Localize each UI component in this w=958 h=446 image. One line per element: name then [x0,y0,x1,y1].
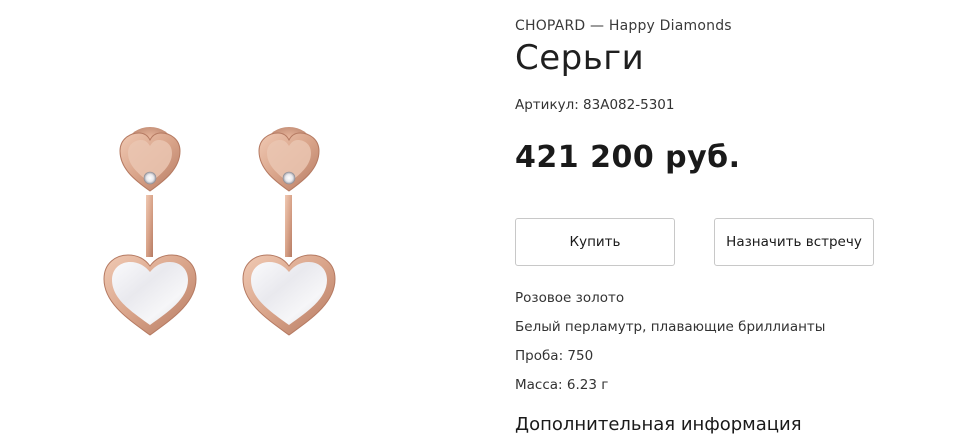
right-earring [242,127,336,336]
brand-collection[interactable]: CHOPARD — Happy Diamonds [515,18,732,34]
article-number: Артикул: 83A082-5301 [515,97,675,113]
more-info-toggle[interactable]: Дополнительная информация [515,414,802,435]
buy-button[interactable]: Купить [515,218,675,266]
book-appointment-button[interactable]: Назначить встречу [714,218,874,266]
page-title: Серьги [515,38,645,78]
left-earring [103,127,197,336]
product-image [60,95,360,355]
spec-stones: Белый перламутр, плавающие бриллианты [515,319,826,335]
price: 421 200 руб. [515,140,741,175]
spec-purity: Проба: 750 [515,348,594,364]
spec-weight: Масса: 6.23 г [515,377,609,393]
spec-metal: Розовое золото [515,290,625,306]
